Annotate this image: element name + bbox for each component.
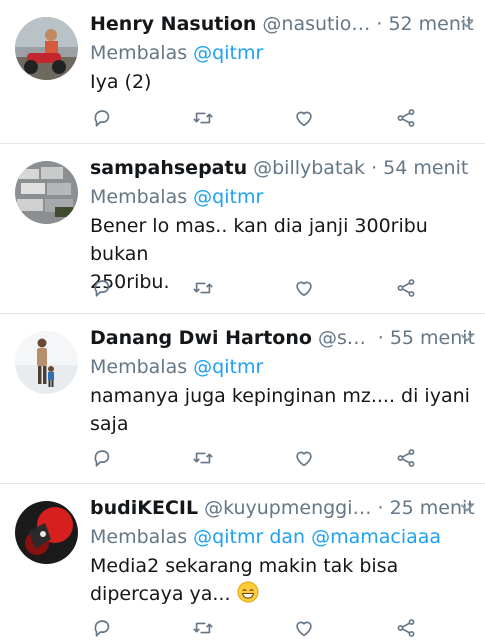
reply-button[interactable] (90, 446, 114, 470)
avatar[interactable] (15, 17, 78, 80)
tweet-text-line: Media2 sekarang makin tak bisa (90, 555, 399, 577)
tweet-item[interactable]: Danang Dwi Hartono @sq… · 55 menit Memba… (0, 314, 485, 484)
author-handle[interactable]: @kuyupmenggi… (204, 494, 371, 522)
author-handle[interactable]: @billybatak (253, 154, 365, 182)
tweet-text-line: saja (90, 413, 129, 435)
heart-icon (296, 111, 312, 127)
reply-icon (94, 620, 110, 637)
retweet-button[interactable] (191, 616, 215, 640)
reply-prefix: Membalas (90, 42, 188, 64)
tweet-item[interactable]: sampahsepatu @billybatak · 54 menit Memb… (0, 144, 485, 314)
avatar[interactable] (15, 501, 78, 564)
retweet-icon (193, 452, 213, 464)
heart-icon (296, 281, 312, 297)
reply-context: Membalas @qitmr (90, 39, 475, 67)
reply-mention-link[interactable]: @qitmr (193, 42, 263, 64)
share-icon (397, 279, 415, 297)
separator-dot: · (377, 497, 384, 519)
tweet-text: Media2 sekarang makin tak bisa dipercaya… (90, 552, 475, 608)
tweet-actions (90, 106, 475, 130)
like-button[interactable] (292, 106, 316, 130)
tweet-text-line: Iya (2) (90, 71, 152, 93)
separator-dot: · (377, 327, 384, 349)
share-button[interactable] (394, 106, 418, 130)
reply-mention-link[interactable]: @qitmr (193, 186, 263, 208)
chevron-down-icon[interactable] (459, 330, 475, 346)
tweet-actions (90, 446, 475, 470)
reply-icon (94, 280, 110, 297)
reply-button[interactable] (90, 106, 114, 130)
reply-icon (94, 110, 110, 127)
tweet-text: namanya juga kepinginan mz.... di iyani … (90, 382, 475, 438)
like-button[interactable] (292, 616, 316, 640)
tweet-text: Iya (2) (90, 68, 475, 96)
author-name[interactable]: Henry Nasution (90, 10, 256, 38)
avatar[interactable] (15, 331, 78, 394)
avatar[interactable] (15, 161, 78, 224)
retweet-button[interactable] (191, 276, 215, 300)
reply-icon (94, 450, 110, 467)
heart-icon (296, 621, 312, 637)
chevron-down-icon[interactable] (459, 16, 475, 32)
share-button[interactable] (394, 616, 418, 640)
share-button[interactable] (394, 276, 418, 300)
separator-dot: · (371, 157, 378, 179)
author-name[interactable]: budiKECIL (90, 494, 198, 522)
tweet-text-line: namanya juga kepinginan mz.... di iyani (90, 385, 470, 407)
like-button[interactable] (292, 276, 316, 300)
retweet-icon (193, 282, 213, 294)
tweet-actions (90, 276, 475, 300)
retweet-button[interactable] (191, 106, 215, 130)
author-name[interactable]: Danang Dwi Hartono (90, 324, 312, 352)
share-icon (397, 109, 415, 127)
tweet-item[interactable]: budiKECIL @kuyupmenggi… · 25 menit Memba… (0, 484, 485, 640)
share-button[interactable] (394, 446, 418, 470)
author-handle[interactable]: @sq… (318, 324, 372, 352)
tweet-actions (90, 616, 475, 640)
tweet-text-line: Bener lo mas.. kan dia janji 300ribu buk… (90, 215, 428, 265)
tweet-text-line-content: dipercaya ya... (90, 583, 231, 605)
separator-dot: · (376, 13, 383, 35)
reply-context: Membalas @qitmr dan @mamaciaaa (90, 523, 475, 551)
heart-icon (296, 451, 312, 467)
retweet-icon (193, 112, 213, 124)
tweet-text-line: dipercaya ya... (90, 580, 475, 608)
reply-prefix: Membalas (90, 356, 188, 378)
like-button[interactable] (292, 446, 316, 470)
retweet-icon (193, 622, 213, 634)
reply-button[interactable] (90, 616, 114, 640)
timestamp[interactable]: 54 menit (383, 154, 468, 182)
reply-context: Membalas @qitmr (90, 183, 475, 211)
tweet-item[interactable]: Henry Nasution @nasutio… · 52 menit Memb… (0, 0, 485, 144)
author-handle[interactable]: @nasutio… (262, 10, 370, 38)
reply-prefix: Membalas (90, 186, 188, 208)
retweet-button[interactable] (191, 446, 215, 470)
grinning-smile-emoji (237, 581, 259, 603)
share-icon (397, 449, 415, 467)
chevron-down-icon[interactable] (459, 500, 475, 516)
reply-mention-link[interactable]: @qitmr (193, 356, 263, 378)
reply-button[interactable] (90, 276, 114, 300)
author-name[interactable]: sampahsepatu (90, 154, 247, 182)
reply-mention-link[interactable]: @qitmr dan @mamaciaaa (193, 526, 441, 548)
share-icon (397, 619, 415, 637)
reply-context: Membalas @qitmr (90, 353, 475, 381)
reply-prefix: Membalas (90, 526, 188, 548)
